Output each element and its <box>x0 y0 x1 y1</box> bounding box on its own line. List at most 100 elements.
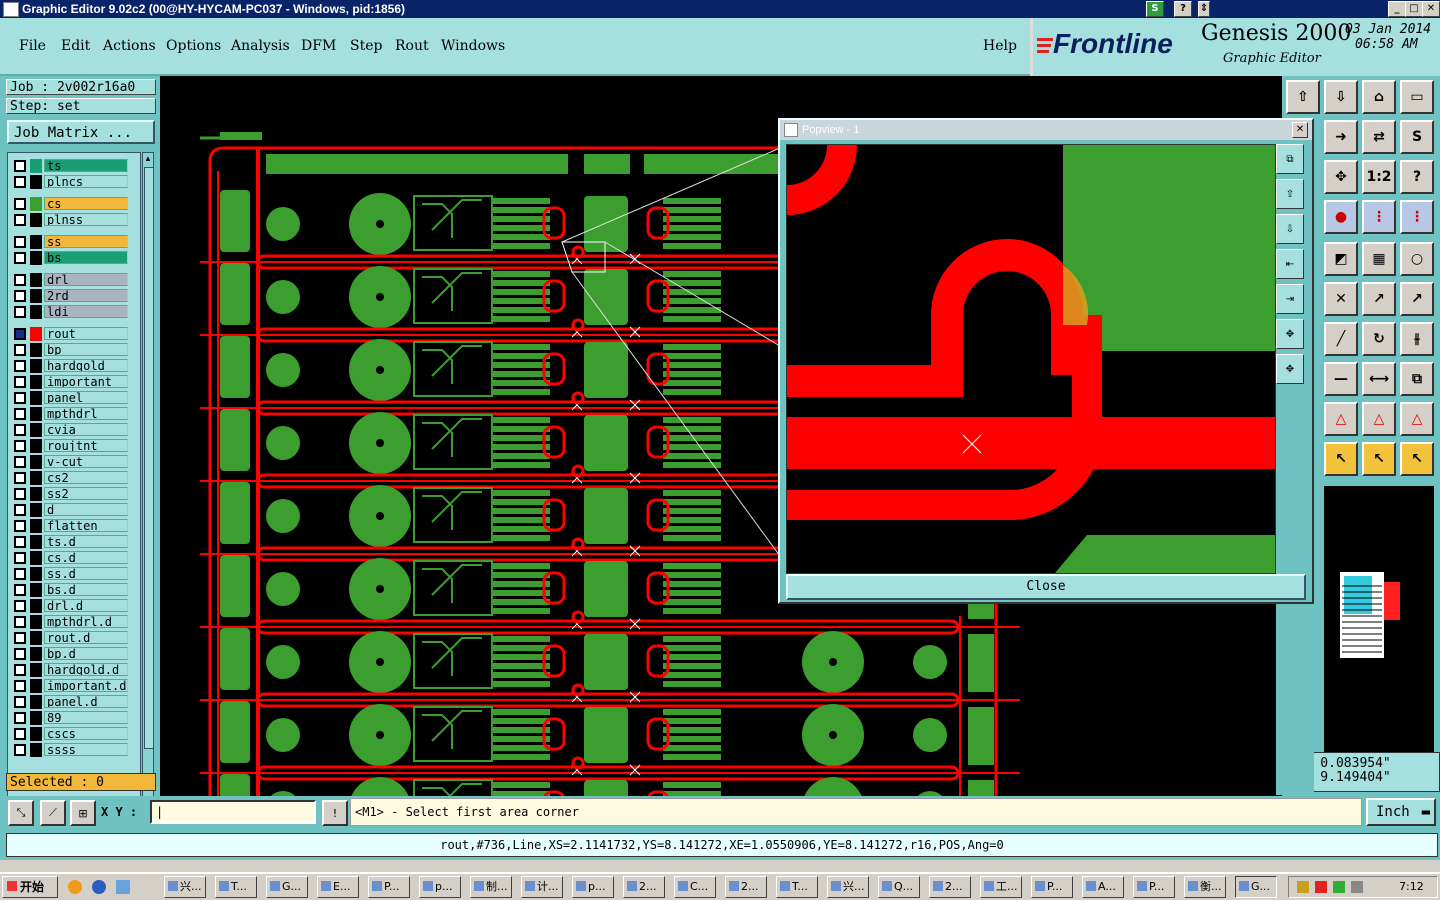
taskbar-task[interactable]: P... <box>368 876 410 898</box>
menu-dfm[interactable]: DFM <box>301 38 336 54</box>
layer-color-swatch[interactable] <box>30 583 42 597</box>
layer-color-swatch[interactable] <box>30 273 42 287</box>
taskbar-task[interactable]: C... <box>674 876 716 898</box>
layer-name[interactable]: roujtnt <box>44 439 128 452</box>
layer-name[interactable]: flatten <box>44 519 128 532</box>
layer-color-swatch[interactable] <box>30 359 42 373</box>
layer-name[interactable]: ss2 <box>44 487 128 500</box>
layer-row-ss-d[interactable]: ss.d <box>8 567 138 581</box>
taskbar-task[interactable]: 2... <box>929 876 971 898</box>
layer-row-cs[interactable]: cs <box>8 197 138 211</box>
layer-row-plnss[interactable]: plnss <box>8 213 138 227</box>
layer-checkbox[interactable] <box>14 472 26 484</box>
units-select[interactable]: Inch ▬ <box>1366 798 1436 826</box>
break-icon[interactable]: ⫳ <box>1400 322 1434 356</box>
ruler-icon[interactable]: ▦ <box>1362 242 1396 276</box>
layer-name[interactable]: mpthdrl.d <box>44 615 128 628</box>
layer-checkbox[interactable] <box>14 214 26 226</box>
layer-color-swatch[interactable] <box>30 599 42 613</box>
layer-row-bp[interactable]: bp <box>8 343 138 357</box>
cross-icon[interactable]: ✕ <box>1324 282 1358 316</box>
measure-icon[interactable]: ⟷ <box>1362 362 1396 396</box>
triangle2-icon[interactable]: △ <box>1362 402 1396 436</box>
scroll-up-icon[interactable]: ▲ <box>144 155 152 163</box>
layer-checkbox[interactable] <box>14 488 26 500</box>
triangle-icon[interactable]: △ <box>1324 402 1358 436</box>
menu-options[interactable]: Options <box>166 38 221 54</box>
layer-row-cvia[interactable]: cvia <box>8 423 138 437</box>
layer-color-swatch[interactable] <box>30 159 42 173</box>
taskbar-task[interactable]: G... <box>266 876 308 898</box>
layer-checkbox[interactable] <box>14 616 26 628</box>
layer-name[interactable]: bp <box>44 343 128 356</box>
layer-row-mpthdrl-d[interactable]: mpthdrl.d <box>8 615 138 629</box>
layer-color-swatch[interactable] <box>30 727 42 741</box>
layer-row-mpthdrl[interactable]: mpthdrl <box>8 407 138 421</box>
layer-name[interactable]: drl <box>44 273 128 286</box>
layer-color-swatch[interactable] <box>30 213 42 227</box>
menu-step[interactable]: Step <box>350 38 382 54</box>
layer-row-89[interactable]: 89 <box>8 711 138 725</box>
layer-checkbox[interactable] <box>14 160 26 172</box>
layer-name[interactable]: rout.d <box>44 631 128 644</box>
measure-icon[interactable]: ⟋ <box>40 800 66 826</box>
zoom-area-icon[interactable]: ⤡ <box>8 800 34 826</box>
layer-color-swatch[interactable] <box>30 663 42 677</box>
layer-name[interactable]: bp.d <box>44 647 128 660</box>
layer-color-swatch[interactable] <box>30 647 42 661</box>
popview-window[interactable]: Popview - 1 ✕ ⧉ ⇧ ⇩ ⇤ ⇥ ✥ ✥ Close <box>778 118 1314 604</box>
layer-checkbox[interactable] <box>14 306 26 318</box>
s-tool-icon[interactable]: S <box>1146 1 1164 17</box>
popview-close-icon[interactable]: ✕ <box>1292 122 1308 138</box>
taskbar-task[interactable]: 制... <box>470 876 512 898</box>
layer-color-swatch[interactable] <box>30 305 42 319</box>
layer-checkbox[interactable] <box>14 360 26 372</box>
menu-rout[interactable]: Rout <box>395 38 429 54</box>
layer-row-ss2[interactable]: ss2 <box>8 487 138 501</box>
question-icon[interactable]: ? <box>1400 160 1434 194</box>
layer-checkbox[interactable] <box>14 376 26 388</box>
pop-left-icon[interactable]: ⇤ <box>1276 249 1304 279</box>
help-icon[interactable]: ? <box>1174 1 1192 17</box>
taskbar-task[interactable]: P... <box>1133 876 1175 898</box>
layer-row-panel-d[interactable]: panel.d <box>8 695 138 709</box>
taskbar-task[interactable]: T... <box>776 876 818 898</box>
layer-color-swatch[interactable] <box>30 535 42 549</box>
layer-row-bp-d[interactable]: bp.d <box>8 647 138 661</box>
pad-icon[interactable]: ● <box>1324 200 1358 234</box>
layer-checkbox[interactable] <box>14 236 26 248</box>
taskbar-task[interactable]: 工... <box>980 876 1022 898</box>
layer-name[interactable]: drl.d <box>44 599 128 612</box>
layer-color-swatch[interactable] <box>30 743 42 757</box>
layer-name[interactable]: cvia <box>44 423 128 436</box>
layer-color-swatch[interactable] <box>30 487 42 501</box>
layer-checkbox[interactable] <box>14 344 26 356</box>
layer-row-drl[interactable]: drl <box>8 273 138 287</box>
layer-checkbox[interactable] <box>14 456 26 468</box>
menu-actions[interactable]: Actions <box>103 38 156 54</box>
layer-name[interactable]: hardgold.d <box>44 663 128 676</box>
layer-row-hardgold-d[interactable]: hardgold.d <box>8 663 138 677</box>
menu-edit[interactable]: Edit <box>61 38 90 54</box>
layer-row-flatten[interactable]: flatten <box>8 519 138 533</box>
desktop-icon[interactable] <box>116 880 130 894</box>
layer-checkbox[interactable] <box>14 520 26 532</box>
layer-checkbox[interactable] <box>14 648 26 660</box>
snap-icon[interactable]: S <box>1400 120 1434 154</box>
swap-icon[interactable]: ⇄ <box>1362 120 1396 154</box>
layer-row-ss[interactable]: ss <box>8 235 138 249</box>
layer-scrollbar[interactable]: ▲ ▼ <box>142 152 154 840</box>
job-matrix-button[interactable]: Job Matrix ... <box>7 120 155 144</box>
split-view-icon[interactable]: ▭ <box>1400 80 1434 114</box>
triangle3-icon[interactable]: △ <box>1400 402 1434 436</box>
taskbar-task[interactable]: 2... <box>623 876 665 898</box>
layer-name[interactable]: rout <box>44 327 128 340</box>
move-node-icon[interactable]: ↗ <box>1362 282 1396 316</box>
layer-name[interactable]: v-cut <box>44 455 128 468</box>
layer-checkbox[interactable] <box>14 680 26 692</box>
layers-red-icon[interactable]: ⋮ <box>1362 200 1396 234</box>
layer-checkbox[interactable] <box>14 408 26 420</box>
layer-name[interactable]: mpthdrl <box>44 407 128 420</box>
layer-checkbox[interactable] <box>14 600 26 612</box>
layer-name[interactable]: ldi <box>44 305 128 318</box>
